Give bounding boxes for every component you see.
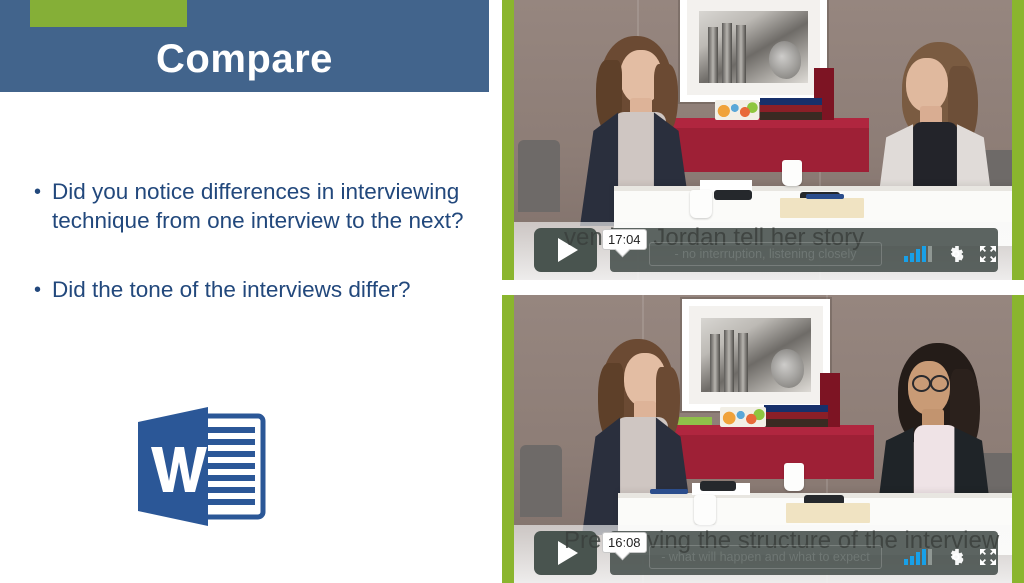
bullet-text: Did the tone of the interviews differ? bbox=[52, 277, 411, 302]
pen bbox=[806, 194, 844, 199]
video-overlay-subtitle: - what will happen and what to expect bbox=[649, 545, 882, 569]
mug-left bbox=[694, 495, 716, 525]
title-accent-bar bbox=[30, 0, 187, 27]
phone-left bbox=[700, 481, 736, 491]
fullscreen-icon[interactable] bbox=[978, 547, 998, 567]
page-title: Compare bbox=[156, 37, 333, 81]
chair-left bbox=[518, 140, 560, 212]
video-controls-bar-top[interactable]: ven lets Jordan tell her story - no inte… bbox=[514, 222, 1012, 280]
pen bbox=[650, 489, 688, 494]
video-controls-bar-bottom[interactable]: Pre ving the structure of the interview … bbox=[514, 525, 1012, 583]
signal-bars-icon[interactable] bbox=[904, 549, 932, 565]
bullet-marker: • bbox=[34, 279, 42, 301]
video-player-bottom[interactable]: Pre ving the structure of the interview … bbox=[502, 295, 1024, 583]
mug-center bbox=[782, 160, 802, 186]
wall-art-mat bbox=[687, 0, 820, 95]
gear-icon[interactable] bbox=[946, 244, 966, 264]
mug-left bbox=[690, 190, 712, 218]
video-right-accent bbox=[1012, 0, 1024, 280]
folder bbox=[786, 503, 870, 523]
signal-bars-icon[interactable] bbox=[904, 246, 932, 262]
timestamp-tooltip: 17:04 bbox=[602, 229, 647, 250]
video-left-accent bbox=[502, 295, 514, 583]
title-band: Compare bbox=[0, 0, 489, 92]
fullscreen-icon[interactable] bbox=[978, 244, 998, 264]
wall-art-photo bbox=[701, 318, 811, 392]
video-right-accent bbox=[1012, 295, 1024, 583]
list-item: • Did the tone of the interviews differ? bbox=[34, 276, 464, 305]
timestamp-tooltip: 16:08 bbox=[602, 532, 647, 553]
gear-icon[interactable] bbox=[946, 547, 966, 567]
tissue-box bbox=[720, 407, 766, 427]
chair-left bbox=[520, 445, 562, 517]
folder bbox=[780, 198, 864, 218]
microsoft-word-icon bbox=[130, 400, 277, 533]
video-player-top[interactable]: ven lets Jordan tell her story - no inte… bbox=[502, 0, 1024, 280]
slide-compare: Compare • Did you notice differences in … bbox=[0, 0, 1024, 583]
tissue-box bbox=[715, 100, 759, 120]
mug-center bbox=[784, 463, 804, 491]
wall-art-mat bbox=[689, 306, 823, 404]
slide-left-column: Compare • Did you notice differences in … bbox=[0, 0, 489, 583]
book-stack bbox=[760, 98, 822, 120]
video-left-accent bbox=[502, 0, 514, 280]
phone-left bbox=[714, 190, 752, 200]
book-stack bbox=[764, 405, 828, 427]
video-frame-top: ven lets Jordan tell her story - no inte… bbox=[514, 0, 1012, 280]
wall-art-photo bbox=[699, 11, 808, 83]
bullet-list: • Did you notice differences in intervie… bbox=[34, 178, 464, 305]
bullet-text: Did you notice differences in interviewi… bbox=[52, 179, 464, 233]
video-frame-bottom: Pre ving the structure of the interview … bbox=[514, 295, 1012, 583]
bullet-marker: • bbox=[34, 181, 42, 203]
list-item: • Did you notice differences in intervie… bbox=[34, 178, 464, 235]
video-overlay-subtitle: - no interruption, listening closely bbox=[649, 242, 882, 266]
